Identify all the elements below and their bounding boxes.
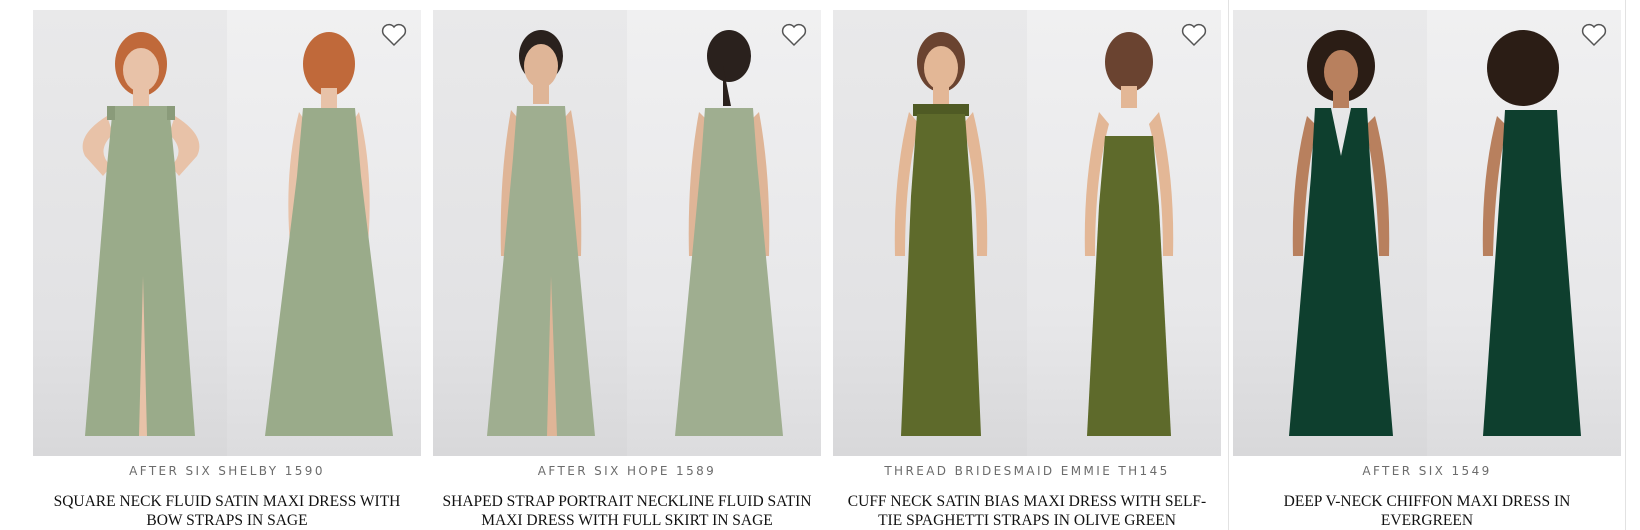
- product-name[interactable]: SHAPED STRAP PORTRAIT NECKLINE FLUID SAT…: [433, 492, 821, 530]
- product-brand: AFTER SIX HOPE 1589: [537, 464, 717, 478]
- product-brand: AFTER SIX 1549: [1362, 464, 1492, 478]
- product-name[interactable]: CUFF NECK SATIN BIAS MAXI DRESS WITH SEL…: [833, 492, 1221, 530]
- model-back-view: [1043, 26, 1213, 446]
- product-image[interactable]: [33, 10, 421, 456]
- favorite-button[interactable]: [1579, 22, 1609, 52]
- product-brand: AFTER SIX SHELBY 1590: [129, 464, 325, 478]
- product-image[interactable]: [1233, 10, 1621, 456]
- favorite-button[interactable]: [1179, 22, 1209, 52]
- product-brand: THREAD BRIDESMAID EMMIE TH145: [884, 464, 1170, 478]
- product-card[interactable]: THREAD BRIDESMAID EMMIE TH145 CUFF NECK …: [833, 0, 1221, 530]
- product-image[interactable]: [433, 10, 821, 456]
- model-front-view: [1255, 26, 1425, 446]
- heart-outline-icon: [781, 23, 807, 52]
- model-front-view: [855, 26, 1025, 446]
- favorite-button[interactable]: [779, 22, 809, 52]
- model-back-view: [643, 26, 813, 446]
- product-card[interactable]: AFTER SIX SHELBY 1590 SQUARE NECK FLUID …: [33, 0, 421, 530]
- heart-outline-icon: [1181, 23, 1207, 52]
- model-back-view: [243, 26, 413, 446]
- heart-outline-icon: [381, 23, 407, 52]
- product-card[interactable]: AFTER SIX HOPE 1589 SHAPED STRAP PORTRAI…: [433, 0, 821, 530]
- product-card[interactable]: AFTER SIX 1549 DEEP V-NECK CHIFFON MAXI …: [1228, 0, 1626, 530]
- favorite-button[interactable]: [379, 22, 409, 52]
- product-image[interactable]: [833, 10, 1221, 456]
- model-back-view: [1443, 26, 1613, 446]
- product-name[interactable]: DEEP V-NECK CHIFFON MAXI DRESS IN EVERGR…: [1233, 492, 1621, 530]
- product-grid: AFTER SIX SHELBY 1590 SQUARE NECK FLUID …: [33, 0, 1626, 530]
- model-front-view: [455, 26, 625, 446]
- heart-outline-icon: [1581, 23, 1607, 52]
- product-name[interactable]: SQUARE NECK FLUID SATIN MAXI DRESS WITH …: [33, 492, 421, 530]
- model-front-view: [55, 26, 225, 446]
